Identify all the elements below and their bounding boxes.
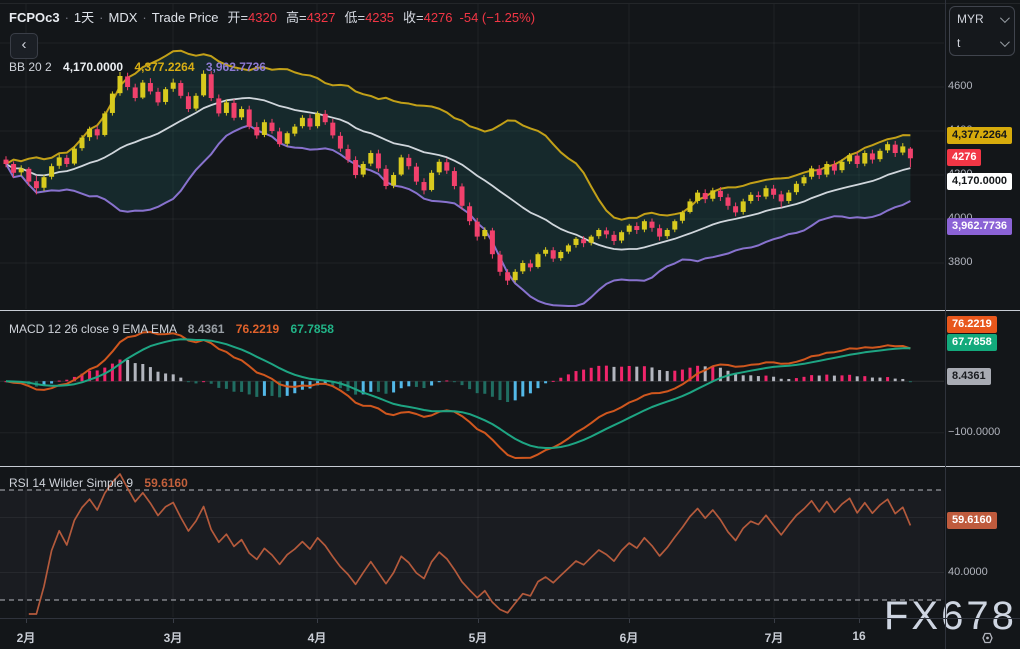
ohlc-label: 收=	[403, 10, 424, 25]
time-axis-tick	[859, 619, 860, 623]
rsi-legend: RSI 14 Wilder Simple 9 59.6160	[9, 476, 188, 490]
title-part: Trade Price	[152, 10, 219, 25]
macd-pane	[0, 332, 944, 458]
time-axis-label: 5月	[469, 629, 488, 646]
macd-signal-value: 67.7858	[291, 322, 334, 336]
time-axis-tick	[774, 619, 775, 623]
price-axis-divider	[945, 0, 946, 649]
rsi-tick-label: 40.0000	[948, 566, 988, 578]
ohlc-value: 4327	[307, 10, 336, 25]
pane-divider-main-macd[interactable]	[0, 310, 1020, 311]
price-tick-label: 4600	[948, 80, 972, 92]
scale-settings-box: MYR t	[949, 6, 1015, 56]
back-button[interactable]: ‹	[10, 33, 38, 59]
title-part: MDX	[109, 10, 138, 25]
separator-dot: ·	[65, 10, 69, 25]
ohlc-label: 开=	[227, 10, 248, 25]
separator-dot: ·	[99, 10, 103, 25]
price-axis-value-bb_upper: 4,377.2264	[947, 127, 1012, 144]
bb-upper-value: 4,377.2264	[134, 60, 194, 74]
price-axis-value-macd_hist: 8.4361	[947, 368, 991, 385]
chevron-down-icon	[1000, 37, 1010, 47]
price-axis-value-last: 4276	[947, 149, 981, 166]
bb-lower-value: 3,962.7736	[206, 60, 266, 74]
price-axis-value-bb_mid: 4,170.0000	[947, 173, 1012, 190]
rsi-band-fill	[0, 490, 944, 600]
time-axis-tick	[26, 619, 27, 623]
rsi-title[interactable]: RSI 14 Wilder Simple 9	[9, 476, 133, 490]
change-value: -54 (−1.25%)	[460, 10, 536, 25]
time-axis-tick	[478, 619, 479, 623]
symbol-title[interactable]: FCPOc3 · 1天 · MDX · Trade Price	[9, 10, 218, 25]
rsi-pane	[0, 474, 944, 614]
time-axis-label: 7月	[765, 629, 784, 646]
time-axis-label: 16	[852, 629, 865, 643]
price-axis-value-macd_signal: 67.7858	[947, 334, 997, 351]
time-axis-tick	[317, 619, 318, 623]
rsi-value: 59.6160	[144, 476, 187, 490]
trading-chart-window: FX678 FCPOc3·1天·MDX·Trade Price开=4320高=4…	[0, 0, 1020, 649]
top-border	[0, 3, 1020, 4]
currency-label: MYR	[957, 12, 984, 26]
time-axis-divider	[0, 618, 1020, 619]
separator-dot: ·	[142, 10, 146, 25]
time-axis-label: 2月	[17, 629, 36, 646]
ohlc-values: 开=4320 高=4327 低=4235 收=4276	[218, 10, 452, 25]
ohlc-value: 4235	[365, 10, 394, 25]
bb-legend: BB 20 2 4,170.0000 4,377.2264 3,962.7736	[9, 60, 266, 74]
ohlc-label: 高=	[286, 10, 307, 25]
hexagon-icon	[983, 634, 992, 643]
time-axis-tick	[629, 619, 630, 623]
ohlc-value: 4320	[248, 10, 277, 25]
chevron-down-icon	[1000, 13, 1010, 23]
unit-selector[interactable]: t	[950, 31, 1014, 55]
price-tick-label: 3800	[948, 256, 972, 268]
macd-title[interactable]: MACD 12 26 close 9 EMA EMA	[9, 322, 176, 336]
price-axis-value-rsi: 59.6160	[947, 512, 997, 529]
time-axis-label: 6月	[620, 629, 639, 646]
macd-signal-line	[6, 339, 910, 448]
ohlc-label: 低=	[344, 10, 365, 25]
unit-label: t	[957, 36, 960, 50]
title-part: FCPOc3	[9, 10, 60, 25]
symbol-header[interactable]: FCPOc3·1天·MDX·Trade Price开=4320高=4327低=4…	[9, 7, 535, 26]
currency-selector[interactable]: MYR	[950, 7, 1014, 31]
time-axis-tick	[173, 619, 174, 623]
macd-tick-label: −100.0000	[948, 426, 1000, 438]
bb-mid-value: 4,170.0000	[63, 60, 123, 74]
macd-legend: MACD 12 26 close 9 EMA EMA 8.4361 76.221…	[9, 322, 334, 336]
macd-hist-value: 8.4361	[188, 322, 225, 336]
price-axis-value-bb_lower: 3,962.7736	[947, 218, 1012, 235]
title-part: 1天	[74, 10, 94, 25]
time-axis-label: 3月	[164, 629, 183, 646]
timezone-settings-button[interactable]	[974, 628, 1000, 648]
time-axis-label: 4月	[308, 629, 327, 646]
price-axis-value-macd: 76.2219	[947, 316, 997, 333]
macd-line-value: 76.2219	[236, 322, 279, 336]
pane-divider-macd-rsi[interactable]	[0, 466, 1020, 467]
bb-title[interactable]: BB 20 2	[9, 60, 52, 74]
ohlc-value: 4276	[424, 10, 453, 25]
